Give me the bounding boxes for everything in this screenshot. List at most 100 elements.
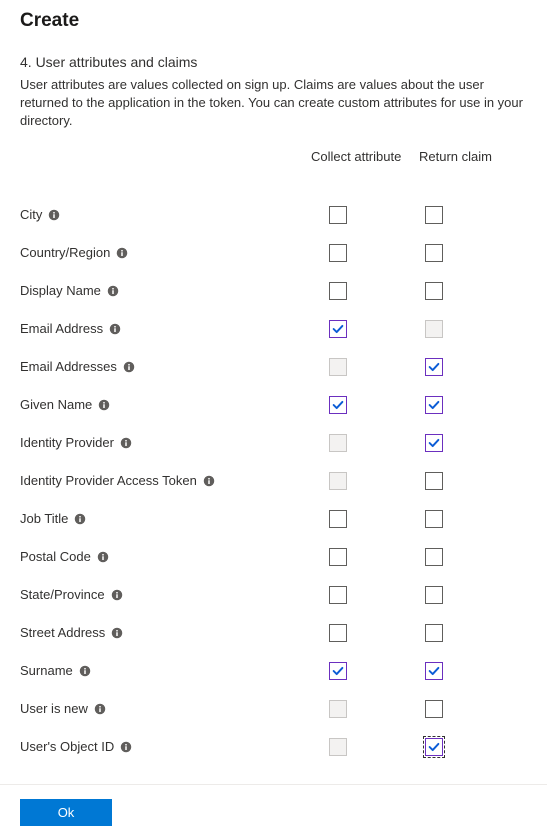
attribute-label: User's Object ID [20, 739, 114, 754]
attribute-row: Street Address [20, 614, 527, 652]
ok-button[interactable]: Ok [20, 799, 112, 826]
attribute-label: Identity Provider Access Token [20, 473, 197, 488]
collect-cell [311, 358, 419, 376]
return-cell [419, 396, 527, 414]
info-icon [109, 323, 121, 335]
attribute-label: State/Province [20, 587, 105, 602]
return-claim-checkbox[interactable] [425, 738, 443, 756]
info-icon[interactable] [94, 703, 106, 715]
attribute-row: Surname [20, 652, 527, 690]
collect-cell [311, 320, 419, 338]
attribute-row: Email Addresses [20, 348, 527, 386]
return-claim-checkbox[interactable] [425, 358, 443, 376]
return-cell [419, 434, 527, 452]
collect-attribute-checkbox[interactable] [329, 586, 347, 604]
collect-attribute-checkbox[interactable] [329, 396, 347, 414]
return-claim-checkbox[interactable] [425, 624, 443, 642]
attribute-label: City [20, 207, 42, 222]
attribute-row: Identity Provider Access Token [20, 462, 527, 500]
collect-attribute-checkbox [329, 738, 347, 756]
info-icon [98, 399, 110, 411]
info-icon[interactable] [109, 323, 121, 335]
return-claim-checkbox[interactable] [425, 472, 443, 490]
attribute-name-cell: Job Title [20, 511, 311, 526]
info-icon[interactable] [120, 437, 132, 449]
return-claim-checkbox[interactable] [425, 662, 443, 680]
attribute-name-cell: Country/Region [20, 245, 311, 260]
attribute-label: Job Title [20, 511, 68, 526]
info-icon[interactable] [111, 627, 123, 639]
return-claim-checkbox[interactable] [425, 510, 443, 528]
attribute-label: Email Address [20, 321, 103, 336]
attribute-row: User's Object ID [20, 728, 527, 766]
attribute-label: Surname [20, 663, 73, 678]
return-claim-checkbox[interactable] [425, 548, 443, 566]
collect-attribute-checkbox[interactable] [329, 662, 347, 680]
return-claim-checkbox[interactable] [425, 396, 443, 414]
table-header-row: Collect attribute Return claim [20, 149, 527, 196]
info-icon [107, 285, 119, 297]
return-cell [419, 586, 527, 604]
section-title: 4. User attributes and claims [20, 54, 527, 70]
attribute-name-cell: State/Province [20, 587, 311, 602]
info-icon[interactable] [203, 475, 215, 487]
info-icon[interactable] [97, 551, 109, 563]
info-icon[interactable] [48, 209, 60, 221]
collect-attribute-checkbox[interactable] [329, 624, 347, 642]
return-claim-checkbox[interactable] [425, 282, 443, 300]
collect-cell [311, 700, 419, 718]
return-claim-checkbox[interactable] [425, 434, 443, 452]
attribute-row: Given Name [20, 386, 527, 424]
attribute-row: Display Name [20, 272, 527, 310]
return-cell [419, 282, 527, 300]
collect-attribute-checkbox[interactable] [329, 320, 347, 338]
info-icon[interactable] [79, 665, 91, 677]
info-icon[interactable] [111, 589, 123, 601]
collect-attribute-checkbox[interactable] [329, 510, 347, 528]
attribute-row: State/Province [20, 576, 527, 614]
return-claim-checkbox[interactable] [425, 586, 443, 604]
info-icon [111, 627, 123, 639]
collect-cell [311, 282, 419, 300]
collect-cell [311, 662, 419, 680]
return-claim-checkbox[interactable] [425, 244, 443, 262]
info-icon[interactable] [116, 247, 128, 259]
info-icon [120, 741, 132, 753]
return-cell [419, 320, 527, 338]
attribute-row: City [20, 196, 527, 234]
return-claim-checkbox[interactable] [425, 206, 443, 224]
return-cell [419, 358, 527, 376]
attribute-label: Identity Provider [20, 435, 114, 450]
info-icon [116, 247, 128, 259]
attribute-row: Email Address [20, 310, 527, 348]
collect-attribute-checkbox[interactable] [329, 282, 347, 300]
attribute-row: User is new [20, 690, 527, 728]
return-cell [419, 700, 527, 718]
collect-attribute-checkbox[interactable] [329, 206, 347, 224]
attribute-label: Street Address [20, 625, 105, 640]
collect-attribute-checkbox [329, 700, 347, 718]
section-description: User attributes are values collected on … [20, 76, 527, 131]
info-icon [74, 513, 86, 525]
collect-attribute-checkbox[interactable] [329, 548, 347, 566]
attribute-name-cell: Identity Provider [20, 435, 311, 450]
collect-attribute-checkbox[interactable] [329, 244, 347, 262]
info-icon[interactable] [74, 513, 86, 525]
attribute-name-cell: Given Name [20, 397, 311, 412]
info-icon [111, 589, 123, 601]
info-icon[interactable] [107, 285, 119, 297]
footer: Ok [0, 785, 547, 840]
info-icon[interactable] [120, 741, 132, 753]
return-cell [419, 738, 527, 756]
info-icon[interactable] [98, 399, 110, 411]
attribute-label: Country/Region [20, 245, 110, 260]
collect-attribute-checkbox [329, 434, 347, 452]
info-icon[interactable] [123, 361, 135, 373]
return-claim-checkbox[interactable] [425, 700, 443, 718]
return-cell [419, 548, 527, 566]
attribute-name-cell: User's Object ID [20, 739, 311, 754]
collect-cell [311, 396, 419, 414]
return-cell [419, 510, 527, 528]
attribute-label: User is new [20, 701, 88, 716]
collect-cell [311, 738, 419, 756]
